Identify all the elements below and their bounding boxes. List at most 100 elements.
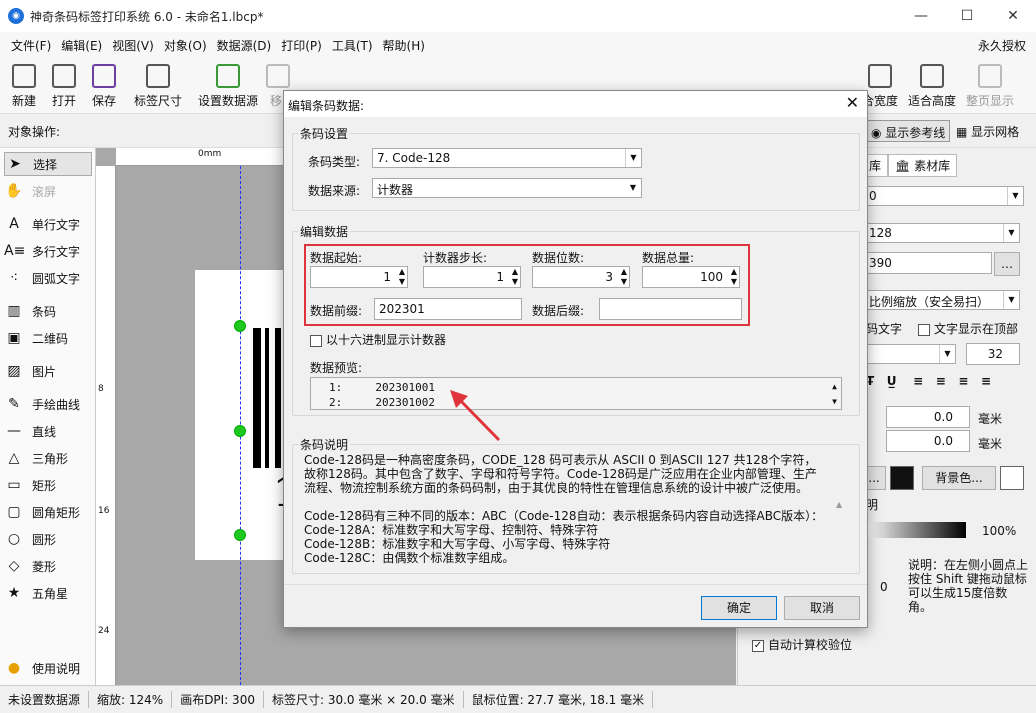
menu-view[interactable]: 视图(V) [107,37,159,54]
lightbulb-icon: ● [7,660,21,676]
tool-arc-text[interactable]: ⁖ 圆弧文字 [4,266,92,290]
image-icon: ▨ [7,363,21,379]
data-start-stepper[interactable]: 1 ▲ ▼ [310,266,408,288]
tool-single-line-text[interactable]: A 单行文字 [4,212,92,236]
data-total-stepper[interactable]: 100 ▲ ▼ [642,266,740,288]
save-icon [92,64,116,88]
save-button[interactable]: 保存 [88,62,120,109]
show-reference-lines-toggle[interactable]: ◉ 显示参考线 [866,120,950,142]
window-title: 神奇条码标签打印系统 6.0 - 未命名1.lbcp* [30,9,264,24]
property-combo-1[interactable]: 0 ▼ [864,186,1024,206]
background-color-button[interactable]: 背景色... [922,466,996,490]
menu-help[interactable]: 帮助(H) [378,37,430,54]
app-logo-icon: ◉ [8,8,24,24]
cancel-button[interactable]: 取消 [784,596,860,620]
font-size-stepper[interactable]: 32 [966,343,1020,365]
menu-tools[interactable]: 工具(T) [327,37,378,54]
data-prefix-label: 数据前缀: [310,304,363,318]
scale-combo[interactable]: 比例缩放（安全易扫） ▼ [864,290,1020,310]
selection-handle[interactable] [234,425,246,437]
chevron-down-icon: ▼ [1007,187,1023,205]
arc-text-icon: ⁖ [9,270,19,286]
tool-qrcode[interactable]: ▣ 二维码 [4,326,92,350]
whole-page-button[interactable]: 整页显示 [964,62,1016,109]
counter-step-label: 计数器步长: [423,251,488,265]
selection-handle[interactable] [234,320,246,332]
font-combo[interactable]: ▼ [864,344,956,364]
foreground-color-swatch[interactable] [890,466,914,490]
barcode-bar [265,328,269,468]
text-top-checkbox[interactable]: 文字显示在顶部 [918,320,1018,337]
fit-height-button[interactable]: 适合高度 [906,62,958,109]
tool-barcode[interactable]: ▥ 条码 [4,299,92,323]
close-button[interactable]: ✕ [990,0,1036,32]
cursor-icon: ➤ [9,156,21,172]
tool-freehand[interactable]: ✎ 手绘曲线 [4,392,92,416]
open-button[interactable]: 打开 [48,62,80,109]
new-button[interactable]: 新建 [8,62,40,109]
maximize-button[interactable]: ☐ [944,0,990,32]
tool-rectangle[interactable]: ▭ 矩形 [4,473,92,497]
menu-edit[interactable]: 编辑(E) [56,37,107,54]
tool-select[interactable]: ➤ 选择 [4,152,92,176]
stepper-arrows-icon: ▲ ▼ [511,267,518,286]
show-grid-toggle[interactable]: ▦ 显示网格 [956,123,1019,140]
menu-object[interactable]: 对象(O) [159,37,212,54]
data-suffix-input[interactable] [599,298,742,320]
barcode-settings-title: 条码设置 [298,125,351,142]
hand-icon: ✋ [5,183,23,199]
barcode-type-select[interactable]: 7. Code-128 ▼ [372,148,642,168]
data-preview-list[interactable]: 1: 202301001 2: 202301002 ▲ ▼ [310,377,842,410]
rotation-hint: 说明：在左侧小圆点上按住 Shift 键拖动鼠标可以生成15度倍数角。 [908,558,1029,614]
chevron-down-icon: ▼ [629,183,637,192]
object-operations-label: 对象操作: [8,125,61,139]
selection-handle[interactable] [234,529,246,541]
minimize-button[interactable]: — [898,0,944,32]
status-bar: 未设置数据源 缩放: 124% 画布DPI: 300 标签尺寸: 30.0 毫米… [0,685,1036,713]
offset-y-stepper[interactable]: 0.0 [886,430,970,452]
tool-line[interactable]: — 直线 [4,419,92,443]
qrcode-icon: ▣ [7,330,21,346]
tool-scroll[interactable]: ✋ 滚屏 [4,179,92,203]
dialog-close-icon[interactable]: ✕ [846,93,859,112]
tool-help[interactable]: ● 使用说明 [4,656,92,680]
barcode-type-combo[interactable]: 128 ▼ [864,223,1020,243]
menu-print[interactable]: 打印(P) [276,37,327,54]
list-item: 1: 202301001 [329,381,435,394]
tool-multi-line-text[interactable]: A≡ 多行文字 [4,239,92,263]
menu-file[interactable]: 文件(F) [6,37,56,54]
tool-triangle[interactable]: △ 三角形 [4,446,92,470]
barcode-icon: ▥ [7,303,21,319]
grid-icon: ▦ [956,125,972,139]
counter-step-stepper[interactable]: 1 ▲ ▼ [423,266,521,288]
fit-width-icon [868,64,892,88]
tool-rounded-rectangle[interactable]: ▢ 圆角矩形 [4,500,92,524]
tool-star[interactable]: ★ 五角星 [4,581,92,605]
browse-button[interactable]: … [994,252,1020,276]
barcode-data-field[interactable]: 390 [864,252,992,274]
tool-image[interactable]: ▨ 图片 [4,359,92,383]
chevron-down-icon: ▼ [939,345,955,363]
data-source-select[interactable]: 计数器 ▼ [372,178,642,198]
annotation-arrow [450,390,501,442]
pen-icon: ✎ [8,396,20,412]
tool-circle[interactable]: ○ 圆形 [4,527,92,551]
barcode-bar [253,328,261,468]
scrollbar[interactable]: ▲▼ [836,455,842,655]
database-icon [216,64,240,88]
text-style-buttons[interactable]: T̶ U̲ ≡ ≡ ≡ ≡ [866,374,991,388]
data-prefix-input[interactable]: 202301 [374,298,522,320]
offset-x-stepper[interactable]: 0.0 [886,406,970,428]
hex-counter-checkbox[interactable]: 以十六进制显示计数器 [310,331,446,348]
ok-button[interactable]: 确定 [701,596,777,620]
tab-material-library[interactable]: 🏛 素材库 [888,154,958,177]
scrollbar[interactable]: ▲▼ [832,379,837,409]
data-digits-stepper[interactable]: 3 ▲ ▼ [532,266,630,288]
background-color-swatch[interactable] [1000,466,1024,490]
status-mouse-position: 鼠标位置: 27.7 毫米, 18.1 毫米 [464,691,654,708]
label-size-button[interactable]: 标签尺寸 [132,62,184,109]
set-datasource-button[interactable]: 设置数据源 [196,62,260,109]
transparency-slider[interactable] [866,522,966,538]
menu-datasource[interactable]: 数据源(D) [212,37,277,54]
tool-diamond[interactable]: ◇ 菱形 [4,554,92,578]
